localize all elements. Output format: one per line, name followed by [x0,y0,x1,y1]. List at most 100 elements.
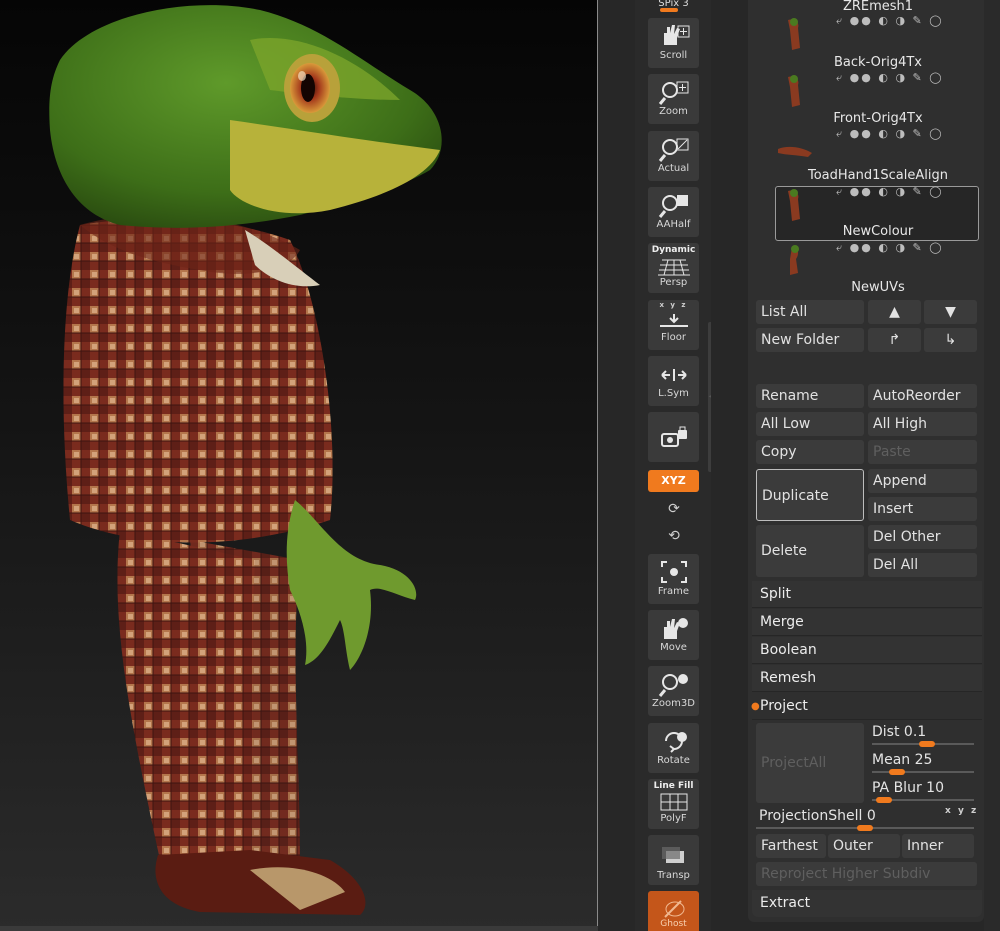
zoom3d-label: Zoom3D [652,698,695,709]
merge-section[interactable]: Merge [752,609,982,636]
remesh-section[interactable]: Remesh [752,665,982,692]
spix-slider-knob[interactable] [660,8,678,12]
duplicate-button[interactable]: Duplicate [756,469,864,521]
transp-button[interactable]: Transp [648,835,699,885]
subtool-name[interactable]: Back-Orig4Tx [778,54,978,72]
canvas-bottom-bar [0,926,598,931]
dist-label: Dist [872,724,900,740]
all-high-button[interactable]: All High [868,412,977,436]
projection-shell-slider-label[interactable]: ProjectionShell 0 [759,807,876,825]
xyz-rotate-button[interactable]: XYZ [648,470,699,492]
y-rotate-icon[interactable]: ⟳ [664,500,684,518]
polyf-button[interactable]: Line Fill PolyF [648,779,699,829]
projection-shell-knob[interactable] [857,825,873,831]
zoom-button[interactable]: Zoom [648,74,699,124]
move-up-button[interactable]: ▲ [868,300,921,324]
insert-button[interactable]: Insert [868,497,977,521]
mean-label: Mean [872,752,911,768]
subtool-item[interactable]: ⤶ ●● ◐ ◑ ✎ ◯ [778,185,978,225]
zoom-icon [658,81,688,105]
boolean-section[interactable]: Boolean [752,637,982,664]
actual-button[interactable]: Actual [648,131,699,181]
aahalf-button[interactable]: AAHalf [648,187,699,237]
zoom3d-icon [658,674,688,697]
turn-right-arrow-icon: ↱ [888,332,901,348]
z-rotate-icon[interactable]: ⟲ [664,527,684,545]
ghost-label: Ghost [660,919,687,929]
zoom-label: Zoom [659,106,688,117]
subtool-controls[interactable]: ⤶ ●● ◐ ◑ ✎ ◯ [836,71,976,85]
lsym-button[interactable]: L.Sym [648,356,699,406]
rename-button[interactable]: Rename [756,384,864,408]
perspective-grid-icon [657,259,690,276]
mean-slider-label[interactable]: Mean 25 [872,751,932,769]
move-hand-icon [663,618,688,639]
zoom3d-button[interactable]: Zoom3D [648,666,699,716]
project-section[interactable]: ● Project [751,693,982,720]
move-down-button[interactable]: ▼ [924,300,977,324]
lsym-label: L.Sym [658,388,689,399]
persp-button[interactable]: Dynamic Persp [648,243,699,293]
frame-label: Frame [657,586,690,597]
turn-down-arrow-icon: ↳ [944,332,957,348]
floor-xyz-icon: x y z [659,301,688,309]
list-all-button[interactable]: List All [756,300,864,324]
reproject-higher-subdiv-button[interactable]: Reproject Higher Subdiv [756,862,977,886]
extract-section[interactable]: Extract [752,890,982,917]
auto-reorder-button[interactable]: AutoReorder [868,384,977,408]
subtool-thumbnail-icon [788,18,800,50]
transp-label: Transp [657,870,690,881]
toad-model [49,5,442,915]
del-other-button[interactable]: Del Other [868,525,977,549]
inner-button[interactable]: Inner [902,834,974,858]
rotate-label: Rotate [657,755,690,766]
xyz-label: XYZ [661,474,686,487]
copy-button[interactable]: Copy [756,440,864,464]
folder-up-button[interactable]: ↱ [868,328,921,352]
subtool-item[interactable]: ⤶ ●● ◐ ◑ ✎ ◯ [778,127,978,167]
local-transform-button[interactable] [648,412,699,462]
floor-label: Floor [661,332,686,343]
subtool-thumbnail-icon [788,189,800,221]
subtool-item[interactable]: ⤶ ●● ◐ ◑ ✎ ◯ [778,71,978,111]
dist-slider-knob[interactable] [919,741,935,747]
paste-button[interactable]: Paste [868,440,977,464]
folder-down-button[interactable]: ↳ [924,328,977,352]
frame-button[interactable]: Frame [648,554,699,604]
subtool-name-selected[interactable]: NewColour [778,223,978,241]
subtool-name[interactable]: ToadHand1ScaleAlign [778,167,978,185]
subtool-controls[interactable]: ⤶ ●● ◐ ◑ ✎ ◯ [836,241,976,255]
farthest-button[interactable]: Farthest [756,834,826,858]
project-all-button[interactable]: ProjectAll [756,723,864,803]
subtool-name[interactable]: NewUVs [778,279,978,297]
subtool-controls[interactable]: ⤶ ●● ◐ ◑ ✎ ◯ [836,14,976,28]
scroll-label: Scroll [659,50,688,61]
canvas-viewport[interactable] [0,0,598,931]
pablur-slider-label[interactable]: PA Blur 10 [872,779,944,797]
ghost-button[interactable]: Ghost [648,891,699,931]
subtool-name[interactable]: Front-Orig4Tx [778,110,978,128]
xyz-small-toggle[interactable]: x y z [945,806,978,816]
scroll-button[interactable]: Scroll [648,18,699,68]
ghost-icon [663,900,684,918]
all-low-button[interactable]: All Low [756,412,864,436]
new-folder-button[interactable]: New Folder [756,328,864,352]
del-all-button[interactable]: Del All [868,553,977,577]
split-section[interactable]: Split [752,581,982,608]
shell-label: ProjectionShell [759,808,863,824]
floor-button[interactable]: x y z Floor [648,300,699,350]
subtool-controls[interactable]: ⤶ ●● ◐ ◑ ✎ ◯ [836,185,976,199]
outer-button[interactable]: Outer [828,834,900,858]
subtool-item[interactable]: ⤶ ●● ◐ ◑ ✎ ◯ [778,241,978,281]
subtool-item[interactable]: ⤶ ●● ◐ ◑ ✎ ◯ [778,14,978,54]
mean-slider-track[interactable] [872,771,974,773]
mean-slider-knob[interactable] [889,769,905,775]
rotate-button[interactable]: Rotate [648,723,699,773]
subtool-controls[interactable]: ⤶ ●● ◐ ◑ ✎ ◯ [836,127,976,141]
pablur-slider-knob[interactable] [876,797,892,803]
delete-button[interactable]: Delete [756,525,864,577]
move-button[interactable]: Move [648,610,699,660]
append-button[interactable]: Append [868,469,977,493]
dist-slider-label[interactable]: Dist 0.1 [872,723,926,741]
panel-gap [711,0,748,931]
